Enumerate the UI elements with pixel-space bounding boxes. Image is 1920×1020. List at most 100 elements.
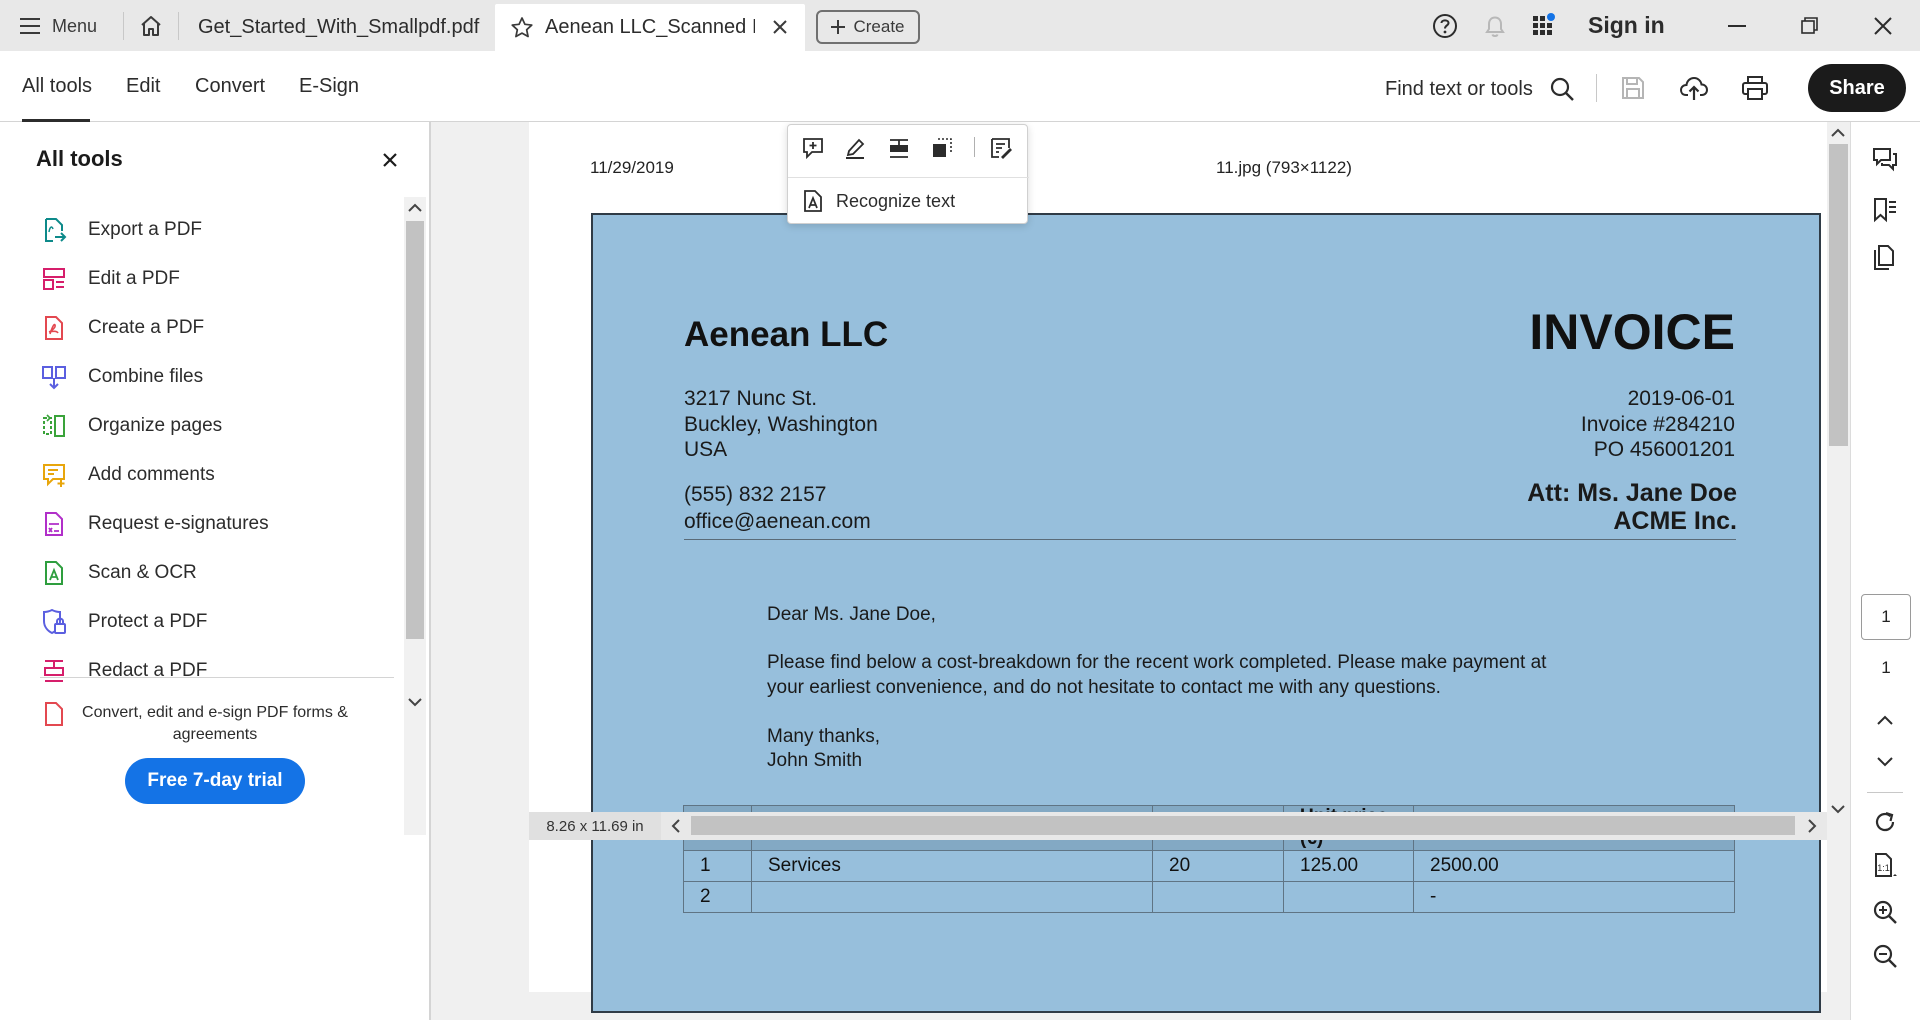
tab-esign[interactable]: E-Sign [299, 75, 359, 98]
tool-add-comments[interactable]: Add comments [40, 455, 380, 495]
document-viewer: 11/29/2019 11.jpg (793×1122) Aenean LLC … [431, 122, 1850, 1020]
address-line: 3217 Nunc St. [684, 387, 818, 410]
address-line: Buckley, Washington [684, 413, 878, 436]
tool-organize-pages[interactable]: Organize pages [40, 406, 380, 446]
horizontal-scrollbar[interactable]: 8.26 x 11.69 in [529, 812, 1827, 840]
print-button[interactable] [1736, 70, 1774, 106]
tool-export-pdf[interactable]: Export a PDF [40, 210, 380, 250]
tab-close-button[interactable] [769, 16, 791, 38]
tab-get-started[interactable]: Get_Started_With_Smallpdf.pdf [180, 4, 493, 51]
pdf-page[interactable]: 11/29/2019 11.jpg (793×1122) Aenean LLC … [529, 122, 1827, 1013]
tool-label: Add comments [88, 464, 215, 485]
tab-edit[interactable]: Edit [126, 75, 160, 98]
minimize-button[interactable] [1709, 6, 1765, 46]
divider [178, 12, 179, 40]
combine-files-icon [40, 363, 68, 391]
tool-combine-files[interactable]: Combine files [40, 357, 380, 397]
add-comment-button[interactable] [798, 133, 828, 163]
notifications-button[interactable] [1478, 10, 1512, 42]
tab-bar: Menu Get_Started_With_Smallpdf.pdf Aenea… [0, 0, 1920, 51]
edit-text-button[interactable] [986, 133, 1016, 163]
vertical-scrollbar[interactable] [1827, 122, 1850, 992]
page-thumbnails-button[interactable] [1867, 240, 1903, 276]
save-icon [1622, 77, 1644, 99]
recognize-text-item[interactable]: Recognize text [802, 187, 955, 215]
comments-panel-button[interactable] [1867, 142, 1903, 178]
scroll-up-button[interactable] [404, 197, 426, 219]
panel-close-button[interactable] [378, 148, 402, 172]
create-button[interactable]: Create [816, 10, 920, 44]
address-line: USA [684, 438, 728, 461]
divider [123, 12, 124, 40]
tab-convert[interactable]: Convert [195, 75, 265, 98]
rotate-button[interactable] [1867, 804, 1903, 840]
invoice-title: INVOICE [1529, 304, 1735, 360]
menu-button[interactable]: Menu [20, 10, 97, 42]
create-label: Create [853, 17, 905, 36]
tool-scan-ocr[interactable]: Scan & OCR [40, 553, 380, 593]
zoom-out-button[interactable] [1867, 938, 1903, 974]
scrollbar-thumb[interactable] [406, 221, 424, 639]
tool-redact-pdf[interactable]: Redact a PDF [40, 651, 380, 691]
closing: Many thanks, [767, 726, 880, 747]
cloud-upload-icon [1679, 76, 1709, 100]
tab-aenean-active[interactable]: Aenean LLC_Scanned I... [495, 4, 805, 51]
divider [1867, 792, 1903, 793]
table-row: 1 Services 20 125.00 2500.00 [683, 850, 1735, 882]
organize-pages-icon [40, 412, 68, 440]
comments-icon [1873, 148, 1897, 172]
tool-create-pdf[interactable]: Create a PDF [40, 308, 380, 348]
rotate-icon [1875, 811, 1895, 832]
tool-request-esignatures[interactable]: Request e-signatures [40, 504, 380, 544]
table-cell: 1 [683, 850, 752, 882]
sign-in-button[interactable]: Sign in [1588, 12, 1665, 39]
table-cell [1283, 881, 1414, 913]
free-trial-button[interactable]: Free 7-day trial [125, 758, 305, 804]
star-icon[interactable] [509, 15, 535, 41]
scroll-down-button[interactable] [404, 691, 426, 713]
window-close-button[interactable] [1855, 6, 1911, 46]
highlight-button[interactable] [840, 133, 870, 163]
divider [974, 137, 975, 157]
page-header-filename: 11.jpg (793×1122) [1216, 158, 1352, 177]
scroll-up-button[interactable] [1827, 122, 1849, 144]
edit-pdf-icon [40, 265, 68, 293]
selection-toolbar [788, 125, 1029, 169]
scrollbar-thumb[interactable] [1829, 144, 1848, 446]
apps-button[interactable] [1527, 10, 1561, 42]
home-button[interactable] [133, 10, 169, 42]
redact-area-button[interactable] [884, 133, 914, 163]
zoom-in-icon [1873, 900, 1897, 924]
scroll-right-button[interactable] [1801, 815, 1823, 837]
greeting: Dear Ms. Jane Doe, [767, 604, 936, 625]
find-text-or-tools[interactable]: Find text or tools [1385, 73, 1575, 105]
crop-image-button[interactable] [927, 133, 957, 163]
tab-all-tools[interactable]: All tools [22, 75, 92, 98]
zoom-in-button[interactable] [1867, 894, 1903, 930]
chevron-down-icon [408, 698, 422, 707]
next-page-button[interactable] [1867, 744, 1903, 780]
previous-page-button[interactable] [1867, 702, 1903, 738]
add-comment-icon [803, 138, 823, 160]
divider [40, 677, 394, 678]
scrollbar-thumb[interactable] [691, 816, 1795, 835]
bookmarks-button[interactable] [1867, 192, 1903, 228]
upload-cloud-button[interactable] [1675, 70, 1713, 106]
svg-text:1:1: 1:1 [1877, 863, 1890, 873]
panel-scrollbar[interactable] [404, 197, 426, 835]
share-button[interactable]: Share [1808, 64, 1906, 112]
tool-label: Redact a PDF [88, 660, 208, 681]
scroll-down-button[interactable] [1827, 798, 1849, 820]
menu-bar: All tools Edit Convert E-Sign Find text … [0, 51, 1920, 122]
fit-page-button[interactable]: 1:1 [1867, 848, 1903, 884]
current-page-input[interactable]: 1 [1861, 594, 1911, 640]
invoice-date: 2019-06-01 [1627, 387, 1735, 410]
tool-edit-pdf[interactable]: Edit a PDF [40, 259, 380, 299]
image-selection-menu: Recognize text [787, 124, 1029, 224]
tool-protect-pdf[interactable]: Protect a PDF [40, 602, 380, 642]
scanned-invoice-image[interactable]: Aenean LLC INVOICE 3217 Nunc St. Buckley… [591, 213, 1821, 1013]
save-button[interactable] [1614, 70, 1652, 106]
scroll-left-button[interactable] [665, 815, 687, 837]
restore-button[interactable] [1782, 6, 1838, 46]
help-button[interactable] [1428, 10, 1462, 42]
